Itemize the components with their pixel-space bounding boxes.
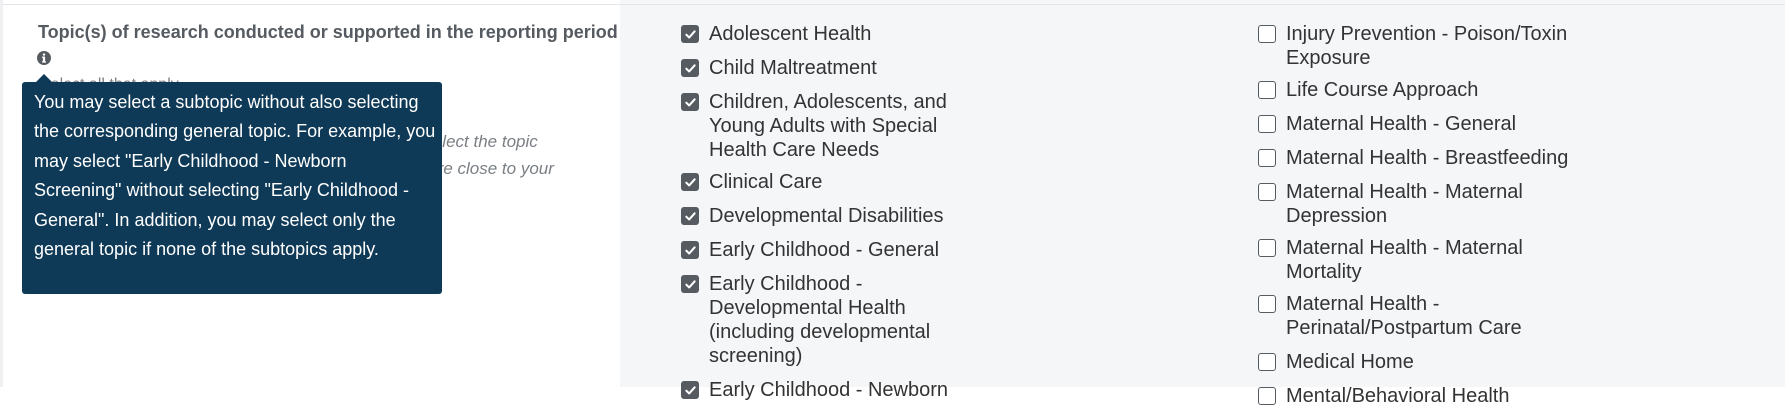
- topic-label: Life Course Approach: [1286, 79, 1479, 101]
- topic-option[interactable]: Maternal Health - General: [1258, 112, 1658, 136]
- check-icon: [684, 177, 696, 186]
- checkbox[interactable]: [1258, 25, 1276, 43]
- checkbox[interactable]: [1258, 295, 1276, 313]
- checkbox[interactable]: [681, 59, 699, 77]
- topic-option[interactable]: Adolescent Health: [681, 22, 1011, 46]
- topic-option[interactable]: Child Maltreatment: [681, 56, 1011, 80]
- topic-option[interactable]: Maternal Health - Breastfeeding: [1258, 146, 1658, 170]
- topic-label: Maternal Health - Maternal Mortality: [1286, 237, 1523, 283]
- info-icon[interactable]: [36, 50, 52, 66]
- topic-label: Maternal Health - Maternal Depression: [1286, 181, 1523, 227]
- topic-option[interactable]: Maternal Health - Maternal Mortality: [1258, 236, 1586, 284]
- topic-option[interactable]: Developmental Disabilities: [681, 204, 1011, 228]
- topic-option[interactable]: Early Childhood - General: [681, 238, 1011, 262]
- check-icon: [684, 63, 696, 72]
- check-icon: [684, 211, 696, 220]
- field-label: Topic(s) of research conducted or suppor…: [38, 22, 618, 42]
- topics-column-right: Injury Prevention - Poison/Toxin Exposur…: [1258, 22, 1658, 418]
- checkbox[interactable]: [1258, 81, 1276, 99]
- divider: [0, 4, 1785, 5]
- check-icon: [684, 29, 696, 38]
- topic-option[interactable]: Mental/Behavioral Health: [1258, 384, 1658, 408]
- topic-option[interactable]: Injury Prevention - Poison/Toxin Exposur…: [1258, 22, 1606, 70]
- checkbox[interactable]: [1258, 149, 1276, 167]
- topic-option[interactable]: Children, Adolescents, and Young Adults …: [681, 90, 989, 162]
- topic-label: Early Childhood - Newborn: [709, 379, 949, 401]
- checkbox[interactable]: [1258, 387, 1276, 405]
- checkbox[interactable]: [681, 241, 699, 259]
- topic-option[interactable]: Early Childhood - Developmental Health (…: [681, 272, 969, 368]
- topic-option[interactable]: Medical Home: [1258, 350, 1658, 374]
- left-border: [0, 0, 3, 387]
- checkbox[interactable]: [681, 381, 699, 399]
- topics-column-left: Adolescent Health Child Maltreatment Chi…: [681, 22, 1011, 412]
- topic-label: Child Maltreatment: [709, 57, 877, 79]
- tooltip-arrow: [36, 74, 52, 82]
- tooltip-text: You may select a subtopic without also s…: [34, 92, 436, 260]
- topic-label: Developmental Disabilities: [709, 205, 944, 227]
- topic-label: Maternal Health - Breastfeeding: [1286, 147, 1569, 169]
- checkbox[interactable]: [1258, 239, 1276, 257]
- check-icon: [684, 385, 696, 394]
- topic-label: Early Childhood - Developmental Health (…: [709, 273, 931, 367]
- checkbox[interactable]: [681, 207, 699, 225]
- topic-option[interactable]: Maternal Health - Perinatal/Postpartum C…: [1258, 292, 1586, 340]
- checkbox[interactable]: [1258, 353, 1276, 371]
- topic-label: Mental/Behavioral Health: [1286, 385, 1510, 407]
- checkbox[interactable]: [681, 93, 699, 111]
- topic-label: Early Childhood - General: [709, 239, 940, 261]
- checkbox[interactable]: [681, 25, 699, 43]
- checkbox[interactable]: [1258, 115, 1276, 133]
- checkbox[interactable]: [681, 173, 699, 191]
- topic-label: Clinical Care: [709, 171, 823, 193]
- topic-label: Children, Adolescents, and Young Adults …: [709, 91, 947, 161]
- topic-option[interactable]: Clinical Care: [681, 170, 1011, 194]
- topic-option[interactable]: Maternal Health - Maternal Depression: [1258, 180, 1586, 228]
- topic-label: Maternal Health - Perinatal/Postpartum C…: [1286, 293, 1522, 339]
- check-icon: [684, 97, 696, 106]
- topic-label: Medical Home: [1286, 351, 1414, 373]
- topic-label: Maternal Health - General: [1286, 113, 1517, 135]
- topic-option[interactable]: Life Course Approach: [1258, 78, 1658, 102]
- topic-label: Adolescent Health: [709, 23, 872, 45]
- check-icon: [684, 279, 696, 288]
- checkbox[interactable]: [681, 275, 699, 293]
- topic-label: Injury Prevention - Poison/Toxin Exposur…: [1286, 23, 1568, 69]
- check-icon: [684, 245, 696, 254]
- checkbox[interactable]: [1258, 183, 1276, 201]
- info-tooltip: You may select a subtopic without also s…: [22, 82, 442, 294]
- topic-option[interactable]: Early Childhood - Newborn: [681, 378, 1011, 402]
